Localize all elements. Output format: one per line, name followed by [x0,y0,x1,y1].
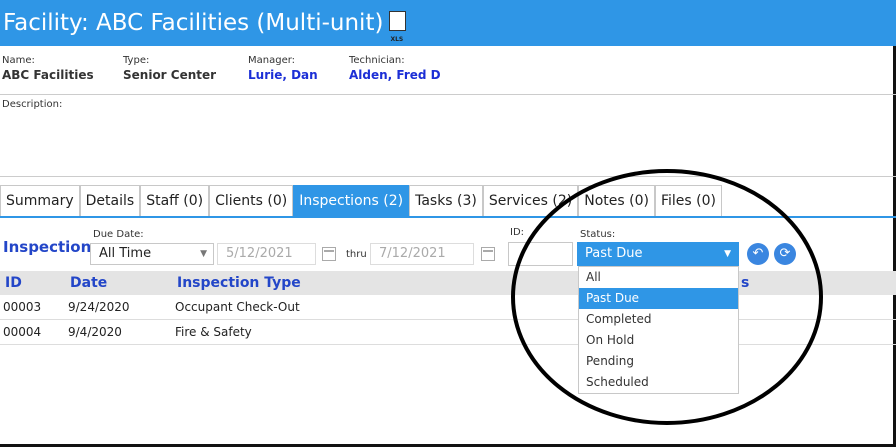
due-date-select[interactable]: All Time ▼ [90,243,214,265]
status-option-scheduled[interactable]: Scheduled [579,372,738,393]
table-row[interactable]: 00004 9/4/2020 Fire & Safety [0,320,896,345]
title-bar: Facility: ABC Facilities (Multi-unit) [0,0,896,63]
name-label: Name: [2,55,35,66]
table-row[interactable]: 00003 9/24/2020 Occupant Check-Out [0,295,896,320]
technician-field: Technician: Alden, Fred D [349,55,441,82]
cell-date: 9/24/2020 [68,300,130,314]
column-header-inspection-type[interactable]: Inspection Type [177,271,301,295]
status-value: Past Due [585,246,643,261]
due-date-value: All Time [99,246,152,261]
manager-label: Manager: [248,55,296,66]
tab-notes[interactable]: Notes (0) [578,185,655,216]
status-option-completed[interactable]: Completed [579,309,738,330]
tab-staff[interactable]: Staff (0) [140,185,210,216]
type-value: Senior Center [123,68,217,82]
tab-details[interactable]: Details [79,185,141,216]
type-label: Type: [123,55,150,66]
to-date-input[interactable]: 7/12/2021 [370,243,474,265]
cell-date: 9/4/2020 [68,325,122,339]
undo-icon[interactable]: ↶ [747,243,769,265]
status-option-all[interactable]: All [579,267,738,288]
tab-clients[interactable]: Clients (0) [209,185,294,216]
section-title: Inspections [3,238,101,256]
manager-field: Manager: Lurie, Dan [248,55,318,82]
cell-id: 00004 [3,325,42,339]
calendar-icon[interactable] [481,247,495,261]
status-option-past-due[interactable]: Past Due [579,288,738,309]
name-field: Name: ABC Facilities [2,55,94,82]
xls-file-icon[interactable] [389,10,407,63]
tab-inspections[interactable]: Inspections (2) [293,185,410,216]
status-option-pending[interactable]: Pending [579,351,738,372]
thru-label: thru [346,249,367,260]
chevron-down-icon: ▼ [200,249,207,259]
table-header: ID Date Inspection Type s [0,271,896,295]
description-label: Description: [2,99,63,110]
divider [0,94,896,95]
column-header-status[interactable]: s [741,271,749,295]
id-label: ID: [510,227,525,238]
tab-summary[interactable]: Summary [0,185,80,216]
status-select[interactable]: Past Due ▼ [577,242,739,266]
id-input[interactable] [508,242,573,266]
status-dropdown-list: All Past Due Completed On Hold Pending S… [578,266,739,394]
due-date-label: Due Date: [93,229,144,240]
status-option-on-hold[interactable]: On Hold [579,330,738,351]
refresh-icon[interactable]: ⟳ [774,243,796,265]
cell-id: 00003 [3,300,42,314]
name-value: ABC Facilities [2,68,94,82]
column-header-date[interactable]: Date [70,271,107,295]
type-field: Type: Senior Center [123,55,216,82]
calendar-icon[interactable] [322,247,336,261]
tab-services[interactable]: Services (2) [482,185,579,216]
tab-underline [0,216,896,218]
from-date-input[interactable]: 5/12/2021 [217,243,316,265]
cell-inspection-type: Occupant Check-Out [175,300,300,314]
technician-link[interactable]: Alden, Fred D [349,68,441,82]
column-header-id[interactable]: ID [5,271,22,295]
chevron-down-icon: ▼ [724,249,731,259]
cell-inspection-type: Fire & Safety [175,325,252,339]
status-label: Status: [580,229,616,240]
tab-tasks[interactable]: Tasks (3) [409,185,483,216]
tab-bar: Summary Details Staff (0) Clients (0) In… [0,185,722,216]
tab-files[interactable]: Files (0) [654,185,722,216]
divider [0,176,896,177]
technician-label: Technician: [349,55,405,66]
manager-link[interactable]: Lurie, Dan [248,68,318,82]
page-title: Facility: ABC Facilities (Multi-unit) [3,10,384,36]
